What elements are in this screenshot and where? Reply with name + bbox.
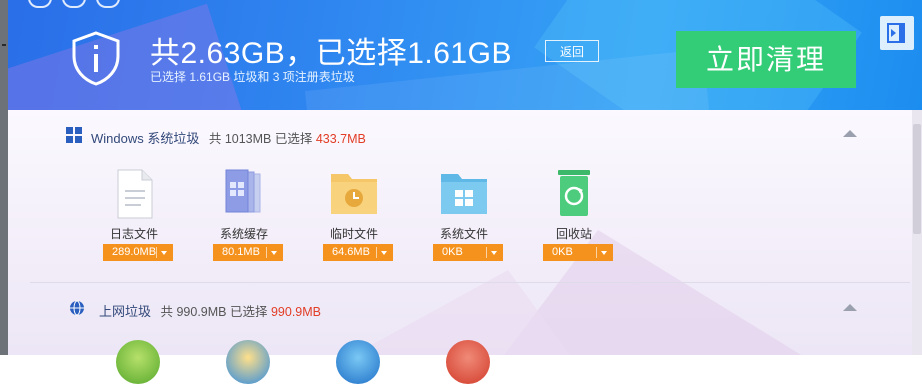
recycle-bin-icon [558, 170, 590, 216]
item-system-files[interactable]: 系统文件 0KB [424, 168, 504, 264]
header-banner: 共2.63GB，已选择1.61GB 已选择 1.61GB 垃圾和 3 项注册表垃… [8, 0, 922, 110]
item-size: 0KB [442, 246, 463, 258]
chevron-down-icon [601, 251, 607, 255]
section-selected: 433.7MB [315, 132, 366, 146]
section-title: Windows 系统垃圾 [91, 131, 200, 146]
windows-logo-icon [66, 127, 82, 143]
section-title: 上网垃圾 [99, 304, 152, 319]
system-cache-icon [225, 169, 261, 213]
collapse-windows-button[interactable] [843, 130, 857, 137]
log-file-icon [117, 169, 153, 219]
browser-icon [336, 340, 380, 384]
item-label: 日志文件 [109, 227, 158, 241]
window-left-edge [0, 0, 8, 355]
chevron-down-icon [271, 251, 277, 255]
item-size-dropdown[interactable]: 289.0MB [103, 244, 173, 261]
item-size: 80.1MB [222, 246, 260, 258]
item-size: 0KB [552, 246, 573, 258]
item-size: 64.6MB [332, 246, 370, 258]
section-total: 共 990.9MB 已选择 [160, 305, 268, 319]
item-label: 系统文件 [439, 227, 488, 241]
item-label: 系统缓存 [219, 227, 268, 241]
item-recycle-bin[interactable]: 回收站 0KB [534, 168, 614, 264]
page-title: 共2.63GB，已选择1.61GB [150, 37, 512, 70]
item-temp-files[interactable]: 临时文件 64.6MB [314, 168, 394, 264]
scrollbar[interactable] [912, 110, 922, 355]
item-label: 临时文件 [329, 227, 378, 241]
chevron-down-icon [161, 251, 167, 255]
browser-icon [446, 340, 490, 384]
item-size-dropdown[interactable]: 0KB [543, 244, 613, 261]
exit-panel-icon [887, 23, 905, 43]
system-folder-icon [441, 174, 487, 214]
item-size-dropdown[interactable]: 64.6MB [323, 244, 393, 261]
section-divider [30, 282, 910, 283]
temp-folder-icon [331, 174, 377, 214]
item-label: 回收站 [555, 227, 592, 241]
scrollbar-thumb[interactable] [913, 124, 921, 234]
selection-summary: 已选择 1.61GB 垃圾和 3 项注册表垃圾 [150, 70, 355, 84]
section-header-internet: 上网垃圾 共 990.9MB 已选择 990.9MB [99, 301, 321, 321]
item-size-dropdown[interactable]: 80.1MB [213, 244, 283, 261]
item-size: 289.0MB [112, 246, 157, 258]
item-log-files[interactable]: 日志文件 289.0MB [94, 168, 174, 264]
section-total: 共 1013MB 已选择 [208, 132, 313, 146]
globe-icon [70, 300, 84, 316]
back-button[interactable]: 返回 [545, 40, 599, 62]
chevron-down-icon [491, 251, 497, 255]
item-system-cache[interactable]: 系统缓存 80.1MB [204, 168, 284, 264]
shield-info-icon [72, 31, 120, 86]
section-selected: 990.9MB [270, 305, 321, 319]
exit-panel-button[interactable] [880, 16, 914, 50]
clean-now-button[interactable]: 立即清理 [676, 31, 856, 88]
item-size-dropdown[interactable]: 0KB [433, 244, 503, 261]
collapse-internet-button[interactable] [843, 304, 857, 311]
browser-icon [116, 340, 160, 384]
section-header-windows: Windows 系统垃圾 共 1013MB 已选择 433.7MB [91, 128, 366, 148]
ie-browser-icon [226, 340, 270, 384]
chevron-down-icon [381, 251, 387, 255]
